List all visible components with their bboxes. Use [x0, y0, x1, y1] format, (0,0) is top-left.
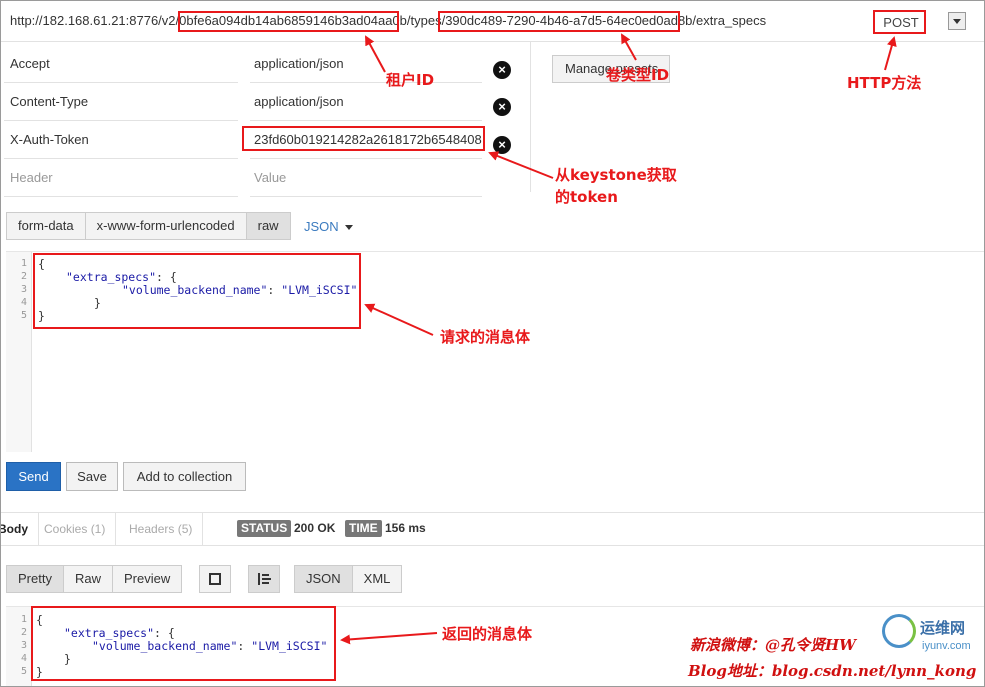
watermark-blog: Blog地址：blog.csdn.net/lynn_kong [688, 662, 977, 680]
code-line: "extra_specs": { [64, 626, 175, 640]
url-volume-type-id: 390dc489-7290-4b46-a7d5-64ec0ed0ad8b [445, 13, 693, 28]
divider [530, 42, 531, 192]
line-number: 5 [20, 666, 27, 677]
tab-headers[interactable]: Headers (5) [119, 512, 204, 546]
json-key: "extra_specs" [66, 270, 157, 284]
code-line: { [38, 257, 45, 271]
line-number: 2 [20, 627, 27, 638]
status-value: 200 OK [294, 521, 336, 535]
tab-raw[interactable]: raw [246, 213, 290, 239]
chevron-down-icon[interactable] [948, 12, 966, 30]
header-key-content-type[interactable]: Content-Type [4, 83, 238, 121]
tab-form-data[interactable]: form-data [7, 213, 86, 239]
annotation-volume-type-id: 卷类型ID [606, 66, 670, 84]
tab-pretty[interactable]: Pretty [7, 566, 64, 592]
caret-down-icon [344, 225, 353, 231]
save-button[interactable]: Save [66, 462, 118, 491]
arrow-token [488, 151, 554, 179]
wrap-icon [258, 573, 271, 585]
code-line: } [36, 665, 43, 679]
response-format-tabs: JSON XML [294, 565, 403, 593]
header-key-x-auth-token[interactable]: X-Auth-Token [4, 121, 238, 159]
json-key: "volume_backend_name" [92, 639, 238, 653]
header-value-input[interactable]: Value [250, 159, 482, 197]
tab-cookies[interactable]: Cookies (1) [34, 512, 117, 546]
code-line: } [38, 309, 45, 323]
time-value: 156 ms [385, 521, 426, 535]
code-line: "volume_backend_name": "LVM_iSCSI" [122, 283, 357, 297]
annotation-tenant-id: 租户ID [386, 71, 435, 89]
response-view-tabs: Pretty Raw Preview [6, 565, 183, 593]
annotation-token-line2: 的token [555, 188, 618, 206]
body-format-label: JSON [304, 219, 339, 234]
code-line: } [94, 296, 101, 310]
header-value-accept[interactable]: application/json [250, 45, 482, 83]
url-input[interactable]: http://182.168.61.21:8776/v2/0bfe6a094db… [10, 13, 766, 28]
send-button[interactable]: Send [6, 462, 61, 491]
tab-xml[interactable]: XML [352, 566, 402, 592]
annotation-token-line1: 从keystone获取 [555, 166, 677, 184]
annotation-request-body: 请求的消息体 [440, 328, 531, 346]
line-gutter: 1 2 3 4 5 [6, 607, 32, 687]
logo-subtitle: iyunv.com [922, 640, 971, 652]
arrow-http-method [884, 36, 897, 71]
url-tenant-id: 0bfe6a094db14ab6859146b3ad04aa0b [179, 13, 407, 28]
tab-json[interactable]: JSON [295, 566, 353, 592]
header-value-x-auth-token[interactable]: 23fd60b019214282a2618172b6548408 [250, 121, 482, 159]
line-number: 1 [20, 258, 27, 269]
status-badge: STATUS [237, 520, 292, 537]
code-line: "extra_specs": { [66, 270, 177, 284]
header-value-content-type[interactable]: application/json [250, 83, 482, 121]
expand-icon [209, 573, 221, 585]
url-prefix: http://182.168.61.21:8776/v2/ [10, 13, 180, 28]
json-punct: : [267, 283, 282, 297]
code-line: } [64, 652, 71, 666]
tab-raw-view[interactable]: Raw [63, 566, 113, 592]
annotation-response-body: 返回的消息体 [442, 625, 533, 643]
remove-header-icon[interactable]: × [493, 136, 511, 154]
remove-header-icon[interactable]: × [493, 98, 511, 116]
remove-header-icon[interactable]: × [493, 61, 511, 79]
json-key: "volume_backend_name" [122, 283, 268, 297]
json-string: "LVM_iSCSI" [251, 639, 328, 653]
time-badge: TIME [345, 520, 382, 537]
tab-preview[interactable]: Preview [112, 566, 182, 592]
add-to-collection-button[interactable]: Add to collection [123, 462, 246, 491]
line-number: 4 [20, 297, 27, 308]
header-key-accept[interactable]: Accept [4, 45, 238, 83]
header-key-input[interactable]: Header [4, 159, 238, 197]
method-select[interactable]: POST [876, 12, 926, 33]
url-suffix: /extra_specs [692, 13, 767, 28]
fullscreen-button[interactable] [199, 565, 231, 593]
request-body-editor[interactable]: 1 2 3 4 5 { "extra_specs": { "volume_bac… [6, 251, 985, 452]
json-punct: : { [154, 626, 175, 640]
url-types-segment: /types/ [406, 13, 446, 28]
body-mode-tabs: form-data x-www-form-urlencoded raw [6, 212, 291, 240]
tab-x-www-form-urlencoded[interactable]: x-www-form-urlencoded [85, 213, 247, 239]
line-number: 2 [20, 271, 27, 282]
line-number: 3 [20, 640, 27, 651]
logo: 运维网 [920, 620, 966, 637]
json-string: "LVM_iSCSI" [281, 283, 358, 297]
watermark-weibo: 新浪微博：@孔令贤HW [690, 636, 857, 654]
line-number: 5 [20, 310, 27, 321]
wrap-lines-button[interactable] [248, 565, 280, 593]
logo-icon [882, 614, 916, 648]
json-punct: : { [156, 270, 177, 284]
json-key: "extra_specs" [64, 626, 155, 640]
json-punct: : [237, 639, 252, 653]
line-number: 4 [20, 653, 27, 664]
annotation-http-method: HTTP方法 [847, 74, 922, 92]
code-line: { [36, 613, 43, 627]
line-number: 3 [20, 284, 27, 295]
code-line: "volume_backend_name": "LVM_iSCSI" [92, 639, 327, 653]
body-format-select[interactable]: JSON [304, 219, 353, 234]
line-gutter: 1 2 3 4 5 [6, 252, 32, 452]
line-number: 1 [20, 614, 27, 625]
